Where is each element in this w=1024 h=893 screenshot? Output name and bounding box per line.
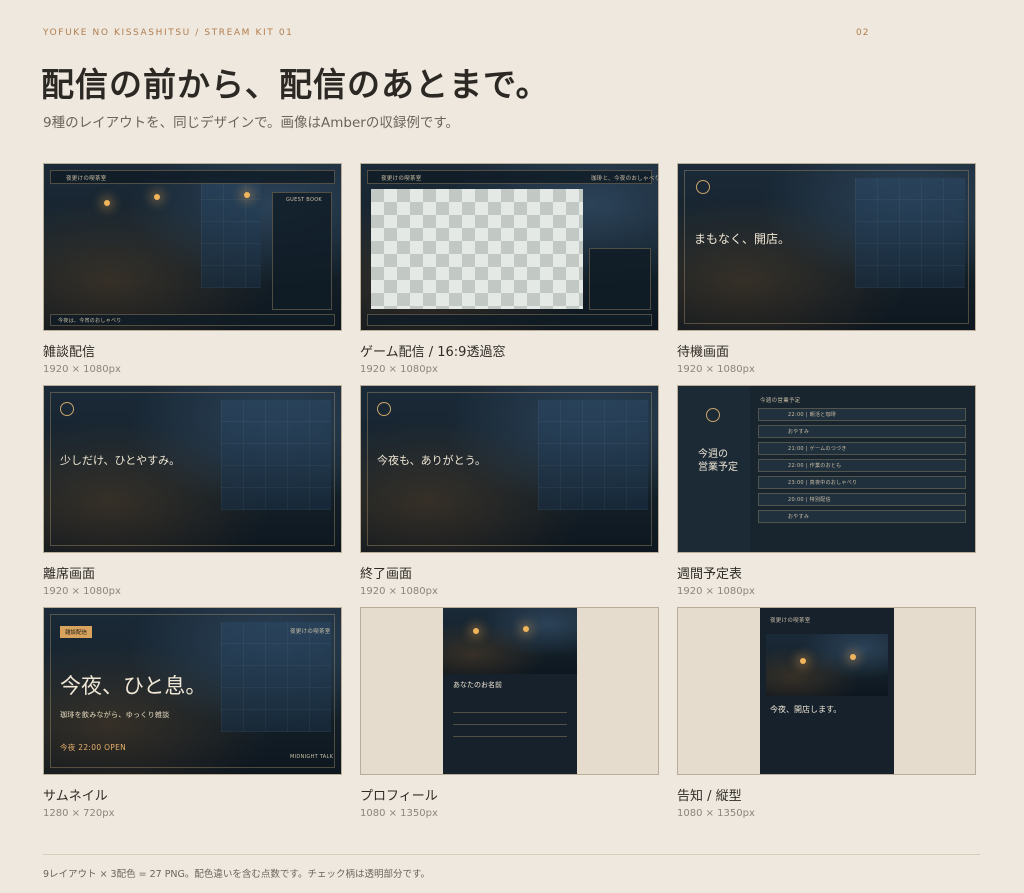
thumb-profile: あなたのお名前 [360, 607, 659, 775]
shop-emblem-icon [706, 408, 720, 422]
ending-main-text: 今夜も、ありがとう。 [377, 454, 487, 467]
card-size: 1080 × 1350px [677, 808, 755, 819]
schedule-row: 22:00 | 朝活と珈琲 [788, 412, 837, 418]
card-game-stream[interactable]: 夜更けの喫茶室 珈琲と、今夜のおしゃべり ゲーム配信 / 16:9透過窓 192… [360, 163, 659, 375]
footer-note: 9レイアウト × 3配色 = 27 PNG。配色違いを含む点数です。チェック柄は… [43, 869, 430, 880]
card-size: 1920 × 1080px [360, 364, 438, 375]
schedule-row: 20:00 | 特別配信 [788, 497, 831, 503]
thumb-ending-screen: 今夜も、ありがとう。 [360, 385, 659, 553]
thumbnail-corner: MIDNIGHT TALK [290, 754, 334, 760]
profile-name: あなたのお名前 [453, 681, 502, 689]
thumb-weekly-schedule: 今週の 営業予定 今週の営業予定 22:00 | 朝活と珈琲 おやすみ 21:0… [677, 385, 976, 553]
waiting-main-text: まもなく、開店。 [694, 232, 791, 246]
announce-shop: 夜更けの喫茶室 [770, 618, 811, 624]
thumbnail-time: 今夜 22:00 OPEN [60, 743, 127, 752]
card-announcement[interactable]: 夜更けの喫茶室 今夜、開店します。 告知 / 縦型 1080 × 1350px [677, 607, 976, 819]
thumbnail-shop: 夜更けの喫茶室 [290, 629, 331, 635]
kit-kicker: YOFUKE NO KISSASHITSU / STREAM KIT 01 [43, 28, 294, 38]
away-main-text: 少しだけ、ひとやすみ。 [60, 454, 181, 467]
schedule-row: おやすみ [788, 514, 810, 520]
chat-guest-label: GUEST BOOK [286, 197, 323, 203]
card-title: 終了画面 [360, 567, 413, 582]
card-size: 1080 × 1350px [360, 808, 438, 819]
schedule-side-title: 今週の 営業予定 [698, 449, 738, 473]
card-away-screen[interactable]: 少しだけ、ひとやすみ。 離席画面 1920 × 1080px [43, 385, 342, 597]
transparent-window [371, 189, 583, 309]
card-waiting-screen[interactable]: まもなく、開店。 待機画面 1920 × 1080px [677, 163, 976, 375]
chat-bottom-label: 今夜は、今宵のおしゃべり [58, 318, 122, 324]
schedule-row: 22:00 | 作業のおとも [788, 463, 842, 469]
card-size: 1280 × 720px [43, 808, 115, 819]
schedule-heading: 今週の営業予定 [760, 398, 801, 404]
card-size: 1920 × 1080px [360, 586, 438, 597]
game-thumb-right: 珈琲と、今夜のおしゃべり [591, 176, 659, 182]
page-number: 02 [856, 28, 870, 38]
card-ending-screen[interactable]: 今夜も、ありがとう。 終了画面 1920 × 1080px [360, 385, 659, 597]
thumbnail-sub-text: 珈琲を飲みながら、ゆっくり雑談 [60, 711, 170, 719]
card-weekly-schedule[interactable]: 今週の 営業予定 今週の営業予定 22:00 | 朝活と珈琲 おやすみ 21:0… [677, 385, 976, 597]
schedule-row: 23:00 | 真夜中のおしゃべり [788, 480, 858, 486]
card-profile[interactable]: あなたのお名前 プロフィール 1080 × 1350px [360, 607, 659, 819]
card-title: 待機画面 [677, 345, 730, 360]
announce-main-text: 今夜、開店します。 [770, 705, 842, 714]
card-title: ゲーム配信 / 16:9透過窓 [360, 345, 506, 360]
shop-emblem-icon [696, 180, 710, 194]
card-size: 1920 × 1080px [677, 364, 755, 375]
thumbnail-tag: 雑談配信 [60, 626, 93, 638]
thumbnail-main-text: 今夜、ひと息。 [60, 674, 207, 698]
thumb-chat-stream: 夜更けの喫茶室 GUEST BOOK 今夜は、今宵のおしゃべり [43, 163, 342, 331]
card-title: 雑談配信 [43, 345, 96, 360]
thumb-waiting-screen: まもなく、開店。 [677, 163, 976, 331]
shop-emblem-icon [377, 402, 391, 416]
schedule-row: 21:00 | ゲームのつづき [788, 446, 847, 452]
card-size: 1920 × 1080px [43, 586, 121, 597]
card-thumbnail[interactable]: 雑談配信 夜更けの喫茶室 今夜、ひと息。 珈琲を飲みながら、ゆっくり雑談 今夜 … [43, 607, 342, 819]
card-size: 1920 × 1080px [43, 364, 121, 375]
thumb-game-stream: 夜更けの喫茶室 珈琲と、今夜のおしゃべり [360, 163, 659, 331]
card-size: 1920 × 1080px [677, 586, 755, 597]
shop-emblem-icon [60, 402, 74, 416]
game-thumb-title: 夜更けの喫茶室 [381, 176, 422, 182]
page-subline: 9種のレイアウトを、同じデザインで。画像はAmberの収録例です。 [43, 115, 460, 131]
schedule-row: おやすみ [788, 429, 810, 435]
page-headline: 配信の前から、配信のあとまで。 [41, 65, 550, 104]
thumb-announcement: 夜更けの喫茶室 今夜、開店します。 [677, 607, 976, 775]
card-title: 週間予定表 [677, 567, 743, 582]
card-title: 告知 / 縦型 [677, 789, 742, 804]
card-title: 離席画面 [43, 567, 96, 582]
footer-divider [43, 854, 980, 855]
card-title: サムネイル [43, 789, 108, 804]
thumb-thumbnail: 雑談配信 夜更けの喫茶室 今夜、ひと息。 珈琲を飲みながら、ゆっくり雑談 今夜 … [43, 607, 342, 775]
card-chat-stream[interactable]: 夜更けの喫茶室 GUEST BOOK 今夜は、今宵のおしゃべり 雑談配信 192… [43, 163, 342, 375]
thumb-away-screen: 少しだけ、ひとやすみ。 [43, 385, 342, 553]
card-title: プロフィール [360, 789, 438, 804]
chat-thumb-title: 夜更けの喫茶室 [66, 176, 107, 182]
